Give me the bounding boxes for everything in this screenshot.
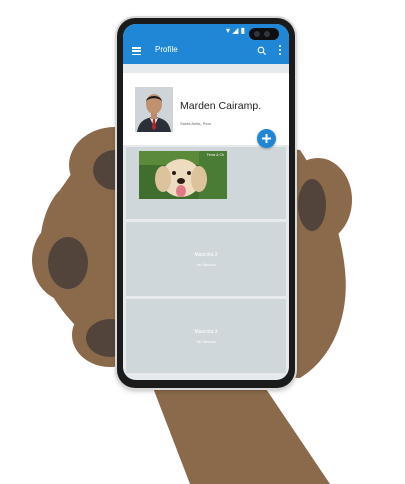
profile-name: Marden Cairamp. — [180, 100, 262, 112]
search-icon[interactable] — [257, 46, 267, 56]
dog-photo — [139, 151, 227, 199]
app-title: Profile — [155, 45, 178, 54]
pet-name: Mascota 3 — [194, 329, 218, 335]
pet-card-3[interactable]: Mascota 3 Ver Mascota — [126, 299, 286, 373]
profile-location: Santa Anita, Peru — [180, 121, 212, 126]
pet-name: Mascota 2 — [194, 252, 218, 258]
pet-subtitle[interactable]: Ver Mascota — [126, 340, 286, 344]
plus-icon — [262, 134, 271, 143]
add-pet-button[interactable] — [257, 129, 276, 148]
stage: ▾ ◢ ▮ Profile Marden Cairamp. Santa Anit… — [0, 0, 405, 484]
more-vert-icon[interactable] — [278, 45, 282, 57]
menu-icon[interactable] — [132, 47, 141, 56]
pet-card-1[interactable]: Fenix & Ch — [126, 147, 286, 219]
status-icons: ▾ ◢ ▮ — [225, 26, 245, 35]
camera-cutout — [249, 28, 279, 40]
phone-frame: ▾ ◢ ▮ Profile Marden Cairamp. Santa Anit… — [117, 18, 295, 388]
avatar-image — [135, 87, 173, 132]
pet-list: Fenix & Ch Mascota 2 Ver Mascota Mascota… — [123, 147, 289, 376]
phone-screen: ▾ ◢ ▮ Profile Marden Cairamp. Santa Anit… — [123, 24, 289, 380]
pet-photo: Fenix & Ch — [139, 151, 227, 199]
avatar — [135, 87, 173, 132]
app-bar: Profile — [123, 38, 289, 64]
pet-card-2[interactable]: Mascota 2 Ver Mascota — [126, 222, 286, 296]
pet-subtitle[interactable]: Ver Mascota — [126, 263, 286, 267]
pet-photo-label: Fenix & Ch — [206, 153, 224, 157]
